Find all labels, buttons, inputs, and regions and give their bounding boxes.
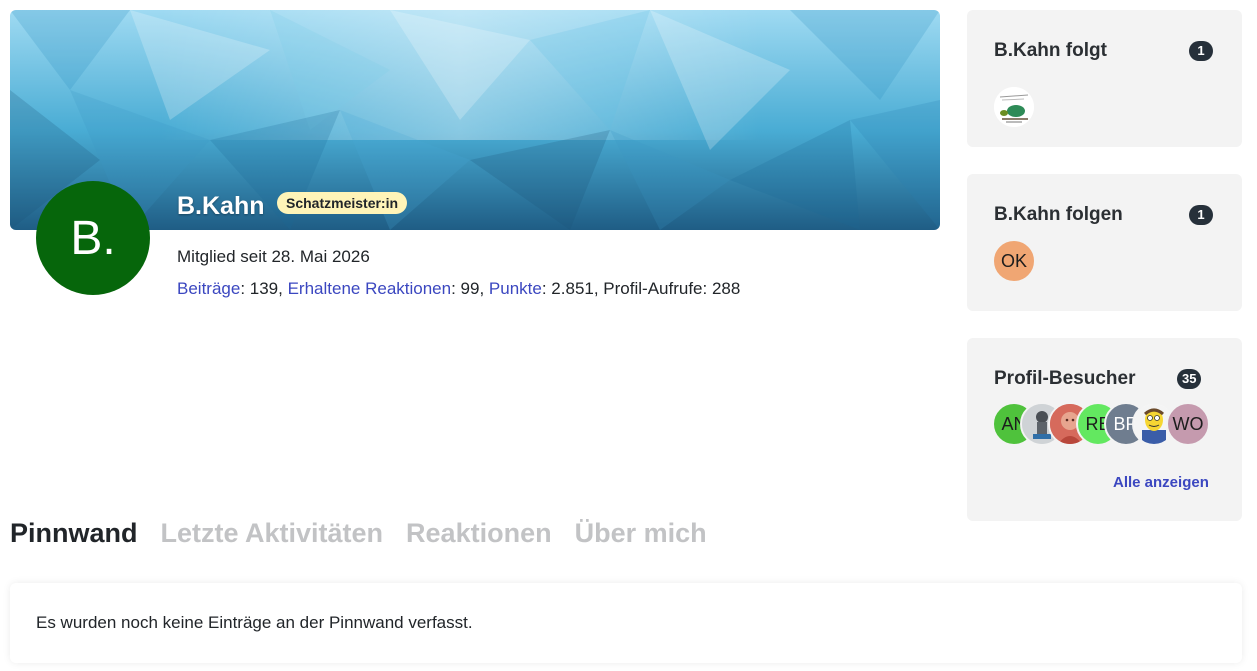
reactions-link[interactable]: Erhaltene Reaktionen xyxy=(288,279,452,298)
visitor-initials: WO xyxy=(1172,413,1204,434)
wall-panel: Es wurden noch keine Einträge an der Pin… xyxy=(10,583,1242,663)
following-box: B.Kahn folgt 1 xyxy=(967,10,1242,147)
tab-letzte-aktivitaeten[interactable]: Letzte Aktivitäten xyxy=(161,518,384,549)
profile-username: B.Kahn xyxy=(177,192,265,220)
tab-ueber-mich[interactable]: Über mich xyxy=(575,518,707,549)
avatar-initials: B. xyxy=(70,211,116,265)
followers-box: B.Kahn folgen 1 OK xyxy=(967,174,1242,311)
cover-photo xyxy=(10,10,940,230)
profile-tabs: Pinnwand Letzte Aktivitäten Reaktionen Über… xyxy=(10,518,730,549)
follower-avatar-initials: OK xyxy=(1000,250,1027,271)
tab-reaktionen[interactable]: Reaktionen xyxy=(406,518,552,549)
member-since: Mitglied seit 28. Mai 2026 xyxy=(177,247,370,266)
points-link[interactable]: Punkte xyxy=(489,279,542,298)
profile-avatar[interactable]: B. xyxy=(36,181,150,295)
followers-count-badge: 1 xyxy=(1189,205,1213,225)
reactions-value: : 99, xyxy=(451,279,489,298)
points-value: : 2.851, xyxy=(541,279,604,298)
visitors-box: Profil-Besucher 35 AN RE BR WO Alle anze… xyxy=(967,338,1242,521)
follower-avatar-ok[interactable]: OK xyxy=(992,239,1036,283)
following-count-badge: 1 xyxy=(1189,41,1213,61)
profile-views: Profil-Aufrufe: 288 xyxy=(603,279,741,298)
visitors-title: Profil-Besucher xyxy=(994,368,1136,389)
posts-value: : 139, xyxy=(240,279,288,298)
tab-pinnwand[interactable]: Pinnwand xyxy=(10,518,138,549)
posts-link[interactable]: Beiträge xyxy=(177,279,240,298)
rank-badge: Schatzmeister:in xyxy=(277,192,408,214)
following-title: B.Kahn folgt xyxy=(994,40,1107,61)
visitor-avatar-wo[interactable]: WO xyxy=(1166,402,1210,446)
visitors-count-badge: 35 xyxy=(1177,369,1202,389)
show-all-visitors-link[interactable]: Alle anzeigen xyxy=(1113,474,1209,491)
followers-title: B.Kahn folgen xyxy=(994,204,1123,225)
profile-stats: Beiträge: 139, Erhaltene Reaktionen: 99,… xyxy=(177,279,740,299)
wall-empty-message: Es wurden noch keine Einträge an der Pin… xyxy=(36,613,473,632)
cartoon-avatar-icon[interactable] xyxy=(992,85,1036,129)
